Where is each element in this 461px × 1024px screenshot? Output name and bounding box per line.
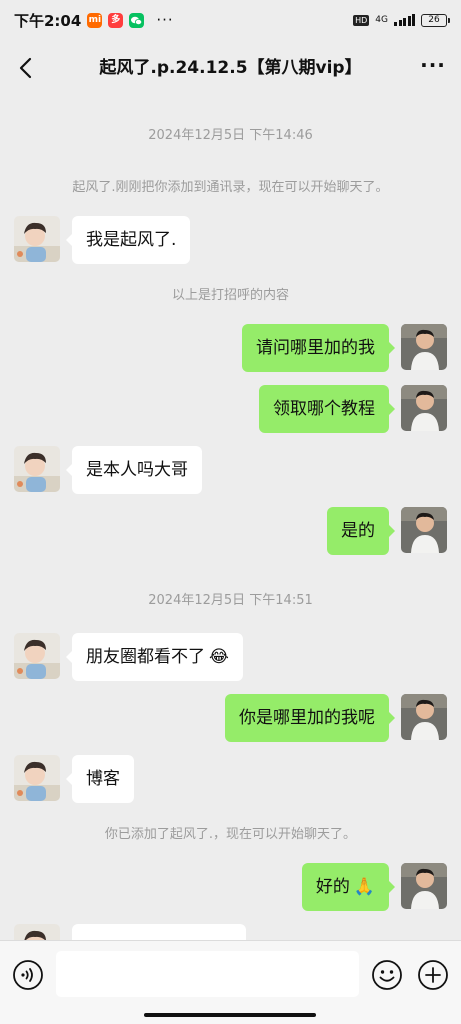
chat-header: 起风了.p.24.12.5【第八期vip】 ··· [0,40,461,96]
my-avatar[interactable] [401,324,447,370]
message-text: 朋友圈都看不了 [86,647,205,667]
my-avatar[interactable] [401,863,447,909]
outgoing-message[interactable]: 是的 [327,507,395,555]
incoming-message[interactable]: 我是起风了. [65,216,191,264]
mi-app-icon: mi [87,12,103,28]
battery-icon: 26 [421,13,450,27]
outgoing-message[interactable]: 你是哪里加的我呢 [225,694,395,742]
back-button[interactable] [10,52,42,84]
voice-button[interactable] [12,959,44,991]
voice-icon [13,960,43,990]
my-avatar[interactable] [401,694,447,740]
incoming-message[interactable]: 博客 [66,755,134,803]
plus-button[interactable] [417,959,449,991]
input-bar [0,940,461,1024]
tears-of-joy-emoji: 😂 [209,647,229,667]
message-list[interactable]: 2024年12月5日 下午14:46 起风了.刚刚把你添加到通讯录，现在可以开始… [0,96,461,940]
status-time: 下午2:04 [14,11,82,30]
emoji-icon [372,960,402,990]
message-text: 好的 [315,877,350,897]
emoji-button[interactable] [371,959,403,991]
chat-title: 起风了.p.24.12.5【第八期vip】 [99,58,362,78]
status-right: HD 4G 26 [353,13,450,27]
folded-hands-emoji: 🙏 [353,877,375,897]
incoming-message[interactable]: 朋友圈都看不了 😂 [66,633,243,681]
my-avatar[interactable] [401,507,447,553]
notification-app-icon: 多 [108,12,124,28]
status-bar: 下午2:04 mi 多 ··· HD 4G 26 [0,0,461,40]
contact-avatar[interactable] [14,633,60,679]
incoming-message-partial[interactable] [72,924,246,940]
chevron-left-icon [19,57,32,79]
outgoing-message[interactable]: 领取哪个教程 [259,385,395,433]
timestamp: 2024年12月5日 下午14:51 [148,593,313,608]
wechat-icon [129,12,145,28]
timestamp: 2024年12月5日 下午14:46 [148,128,313,143]
contact-avatar[interactable] [14,755,60,801]
system-message: 以上是打招呼的内容 [171,288,289,303]
contact-avatar[interactable] [14,216,60,262]
contact-avatar[interactable] [14,924,60,940]
system-message: 你已添加了起风了.，现在可以开始聊天了。 [104,827,357,842]
contact-avatar[interactable] [14,446,60,492]
battery-level: 26 [428,14,440,25]
outgoing-message[interactable]: 好的 🙏 [301,863,396,911]
hd-badge: HD [353,14,370,26]
status-more-dots: ··· [156,11,174,29]
home-indicator [144,1013,316,1017]
incoming-message[interactable]: 是本人吗大哥 [66,446,202,494]
plus-icon [418,960,448,990]
signal-icon [394,14,415,26]
more-button[interactable]: ··· [419,54,447,82]
system-message: 起风了.刚刚把你添加到通讯录，现在可以开始聊天了。 [72,180,389,195]
more-horizontal-icon: ··· [420,53,446,77]
network-label: 4G [375,15,388,25]
outgoing-message[interactable]: 请问哪里加的我 [242,324,395,372]
message-input[interactable] [56,951,359,997]
my-avatar[interactable] [401,385,447,431]
